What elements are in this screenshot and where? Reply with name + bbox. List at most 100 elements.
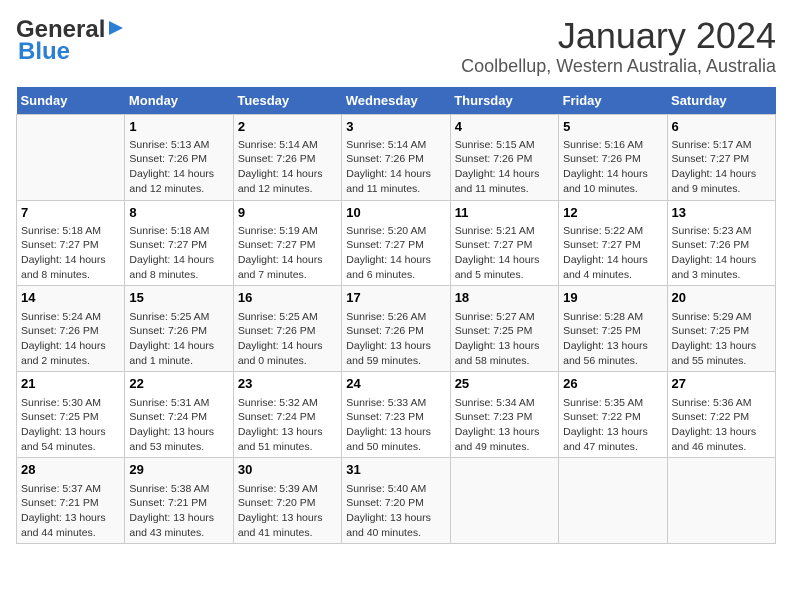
day-info: Sunrise: 5:24 AMSunset: 7:26 PMDaylight:… (21, 310, 120, 369)
calendar-cell: 19 Sunrise: 5:28 AMSunset: 7:25 PMDayligh… (559, 286, 667, 372)
day-info: Sunrise: 5:22 AMSunset: 7:27 PMDaylight:… (563, 224, 662, 283)
day-number: 26 (563, 375, 662, 393)
day-info: Sunrise: 5:36 AMSunset: 7:22 PMDaylight:… (672, 396, 771, 455)
day-number: 7 (21, 204, 120, 222)
calendar-cell: 31 Sunrise: 5:40 AMSunset: 7:20 PMDayligh… (342, 458, 450, 544)
header-wednesday: Wednesday (342, 87, 450, 115)
page-title: January 2024 (461, 16, 776, 56)
calendar-cell: 9 Sunrise: 5:19 AMSunset: 7:27 PMDaylight… (233, 200, 341, 286)
logo: General Blue (16, 16, 125, 66)
day-number: 30 (238, 461, 337, 479)
calendar-cell: 17 Sunrise: 5:26 AMSunset: 7:26 PMDayligh… (342, 286, 450, 372)
calendar-cell: 18 Sunrise: 5:27 AMSunset: 7:25 PMDayligh… (450, 286, 558, 372)
header-sunday: Sunday (17, 87, 125, 115)
calendar-week-5: 28 Sunrise: 5:37 AMSunset: 7:21 PMDayligh… (17, 458, 776, 544)
day-number: 17 (346, 289, 445, 307)
day-info: Sunrise: 5:21 AMSunset: 7:27 PMDaylight:… (455, 224, 554, 283)
calendar-cell: 15 Sunrise: 5:25 AMSunset: 7:26 PMDayligh… (125, 286, 233, 372)
day-info: Sunrise: 5:37 AMSunset: 7:21 PMDaylight:… (21, 482, 120, 541)
day-number: 21 (21, 375, 120, 393)
day-info: Sunrise: 5:30 AMSunset: 7:25 PMDaylight:… (21, 396, 120, 455)
day-number: 24 (346, 375, 445, 393)
day-info: Sunrise: 5:33 AMSunset: 7:23 PMDaylight:… (346, 396, 445, 455)
page-header: General Blue January 2024 Coolbellup, We… (16, 16, 776, 77)
calendar-cell (17, 114, 125, 200)
day-info: Sunrise: 5:28 AMSunset: 7:25 PMDaylight:… (563, 310, 662, 369)
day-number: 4 (455, 118, 554, 136)
calendar-cell: 13 Sunrise: 5:23 AMSunset: 7:26 PMDayligh… (667, 200, 775, 286)
day-number: 29 (129, 461, 228, 479)
calendar-table: SundayMondayTuesdayWednesdayThursdayFrid… (16, 87, 776, 545)
calendar-cell: 25Sunrise: 5:34 AMSunset: 7:23 PMDayligh… (450, 372, 558, 458)
day-number: 31 (346, 461, 445, 479)
calendar-cell: 23Sunrise: 5:32 AMSunset: 7:24 PMDayligh… (233, 372, 341, 458)
calendar-week-4: 21 Sunrise: 5:30 AMSunset: 7:25 PMDayligh… (17, 372, 776, 458)
calendar-cell (450, 458, 558, 544)
calendar-cell: 11 Sunrise: 5:21 AMSunset: 7:27 PMDayligh… (450, 200, 558, 286)
page-subtitle: Coolbellup, Western Australia, Australia (461, 56, 776, 77)
calendar-cell: 10 Sunrise: 5:20 AMSunset: 7:27 PMDayligh… (342, 200, 450, 286)
calendar-header-row: SundayMondayTuesdayWednesdayThursdayFrid… (17, 87, 776, 115)
calendar-week-1: 1Sunrise: 5:13 AMSunset: 7:26 PMDaylight… (17, 114, 776, 200)
day-number: 6 (672, 118, 771, 136)
day-number: 20 (672, 289, 771, 307)
day-info: Sunrise: 5:27 AMSunset: 7:25 PMDaylight:… (455, 310, 554, 369)
calendar-cell: 14 Sunrise: 5:24 AMSunset: 7:26 PMDayligh… (17, 286, 125, 372)
day-number: 3 (346, 118, 445, 136)
day-info: Sunrise: 5:29 AMSunset: 7:25 PMDaylight:… (672, 310, 771, 369)
day-number: 25 (455, 375, 554, 393)
day-info: Sunrise: 5:18 AMSunset: 7:27 PMDaylight:… (21, 224, 120, 283)
day-number: 28 (21, 461, 120, 479)
calendar-cell: 2 Sunrise: 5:14 AMSunset: 7:26 PMDaylight… (233, 114, 341, 200)
day-number: 27 (672, 375, 771, 393)
day-number: 13 (672, 204, 771, 222)
day-number: 5 (563, 118, 662, 136)
calendar-cell: 3 Sunrise: 5:14 AMSunset: 7:26 PMDaylight… (342, 114, 450, 200)
calendar-cell: 27 Sunrise: 5:36 AMSunset: 7:22 PMDayligh… (667, 372, 775, 458)
day-number: 11 (455, 204, 554, 222)
calendar-cell: 20 Sunrise: 5:29 AMSunset: 7:25 PMDayligh… (667, 286, 775, 372)
day-number: 14 (21, 289, 120, 307)
calendar-cell: 21 Sunrise: 5:30 AMSunset: 7:25 PMDayligh… (17, 372, 125, 458)
day-number: 19 (563, 289, 662, 307)
day-number: 12 (563, 204, 662, 222)
day-info: Sunrise: 5:20 AMSunset: 7:27 PMDaylight:… (346, 224, 445, 283)
calendar-cell: 5 Sunrise: 5:16 AMSunset: 7:26 PMDaylight… (559, 114, 667, 200)
day-number: 1 (129, 118, 228, 136)
day-number: 22 (129, 375, 228, 393)
day-info: Sunrise: 5:40 AMSunset: 7:20 PMDaylight:… (346, 482, 445, 541)
day-number: 2 (238, 118, 337, 136)
day-info: Sunrise: 5:39 AMSunset: 7:20 PMDaylight:… (238, 482, 337, 541)
calendar-cell: 4 Sunrise: 5:15 AMSunset: 7:26 PMDaylight… (450, 114, 558, 200)
day-info: Sunrise: 5:16 AMSunset: 7:26 PMDaylight:… (563, 138, 662, 197)
header-friday: Friday (559, 87, 667, 115)
day-number: 15 (129, 289, 228, 307)
day-number: 16 (238, 289, 337, 307)
calendar-cell: 1Sunrise: 5:13 AMSunset: 7:26 PMDaylight… (125, 114, 233, 200)
calendar-cell: 12 Sunrise: 5:22 AMSunset: 7:27 PMDayligh… (559, 200, 667, 286)
calendar-cell: 26 Sunrise: 5:35 AMSunset: 7:22 PMDayligh… (559, 372, 667, 458)
day-info: Sunrise: 5:15 AMSunset: 7:26 PMDaylight:… (455, 138, 554, 197)
calendar-cell: 28 Sunrise: 5:37 AMSunset: 7:21 PMDayligh… (17, 458, 125, 544)
header-thursday: Thursday (450, 87, 558, 115)
day-info: Sunrise: 5:19 AMSunset: 7:27 PMDaylight:… (238, 224, 337, 283)
calendar-cell (667, 458, 775, 544)
day-info: Sunrise: 5:26 AMSunset: 7:26 PMDaylight:… (346, 310, 445, 369)
header-tuesday: Tuesday (233, 87, 341, 115)
day-info: Sunrise: 5:23 AMSunset: 7:26 PMDaylight:… (672, 224, 771, 283)
calendar-cell: 6Sunrise: 5:17 AMSunset: 7:27 PMDaylight… (667, 114, 775, 200)
day-info: Sunrise: 5:35 AMSunset: 7:22 PMDaylight:… (563, 396, 662, 455)
day-info: Sunrise: 5:14 AMSunset: 7:26 PMDaylight:… (346, 138, 445, 197)
calendar-cell: 16Sunrise: 5:25 AMSunset: 7:26 PMDayligh… (233, 286, 341, 372)
calendar-week-3: 14 Sunrise: 5:24 AMSunset: 7:26 PMDayligh… (17, 286, 776, 372)
day-number: 18 (455, 289, 554, 307)
day-number: 9 (238, 204, 337, 222)
logo-arrow-icon (107, 19, 125, 42)
day-info: Sunrise: 5:14 AMSunset: 7:26 PMDaylight:… (238, 138, 337, 197)
calendar-body: 1Sunrise: 5:13 AMSunset: 7:26 PMDaylight… (17, 114, 776, 544)
calendar-week-2: 7 Sunrise: 5:18 AMSunset: 7:27 PMDaylight… (17, 200, 776, 286)
day-info: Sunrise: 5:18 AMSunset: 7:27 PMDaylight:… (129, 224, 228, 283)
day-info: Sunrise: 5:25 AMSunset: 7:26 PMDaylight:… (129, 310, 228, 369)
day-number: 10 (346, 204, 445, 222)
calendar-cell: 24 Sunrise: 5:33 AMSunset: 7:23 PMDayligh… (342, 372, 450, 458)
